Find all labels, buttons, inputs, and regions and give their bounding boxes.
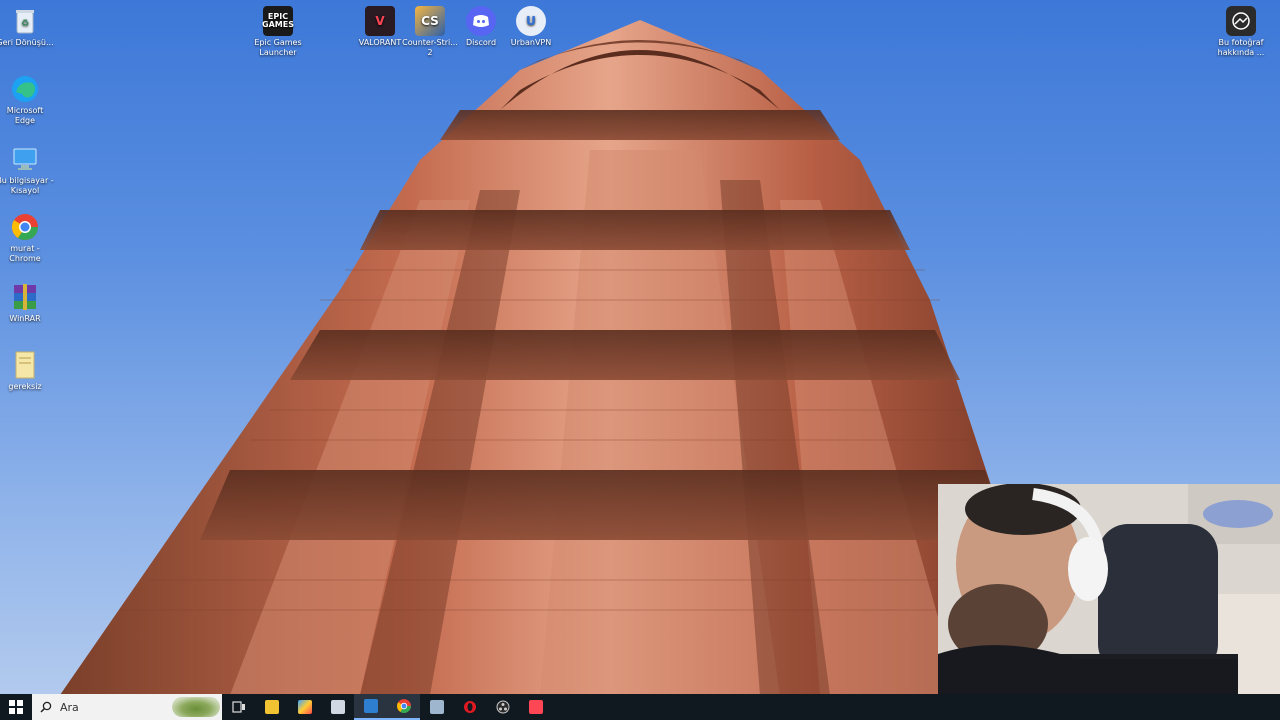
search-placeholder: Ara	[60, 700, 79, 714]
taskbar: Ara	[0, 694, 1280, 720]
start-button[interactable]	[0, 694, 32, 720]
taskbar-mail[interactable]	[354, 694, 387, 720]
calculator-icon	[429, 700, 444, 714]
counter-strike-icon: CS	[415, 6, 445, 36]
folder-icon	[10, 350, 40, 380]
opera-icon	[463, 701, 476, 713]
desktop-icon-recycle-bin[interactable]: ♻ Geri Dönüşü...	[0, 6, 54, 48]
taskbar-obs[interactable]	[486, 694, 519, 720]
taskbar-photos[interactable]	[288, 694, 321, 720]
desktop-icon-urbanvpn[interactable]: U UrbanVPN	[502, 6, 560, 48]
winrar-icon	[10, 282, 40, 312]
desktop-icon-edge[interactable]: Microsoft Edge	[0, 74, 54, 126]
webcam-overlay	[938, 484, 1280, 720]
urbanvpn-icon: U	[516, 6, 546, 36]
file-explorer-icon	[264, 700, 279, 714]
desktop-icon-label: murat - Chrome	[9, 244, 41, 263]
discord-icon	[466, 6, 496, 36]
task-view-icon	[231, 701, 245, 713]
taskbar-opera[interactable]	[453, 694, 486, 720]
valorant-icon: V	[365, 6, 395, 36]
webcam-feed	[938, 484, 1280, 720]
desktop-icon-about-photo[interactable]: Bu fotoğraf hakkında ...	[1212, 6, 1270, 58]
epic-games-icon: EPIC GAMES	[262, 6, 294, 36]
desktop-icon-chrome[interactable]: murat - Chrome	[0, 212, 54, 264]
photos-icon	[297, 700, 312, 714]
taskbar-chrome[interactable]	[387, 694, 420, 720]
taskbar-store[interactable]	[321, 694, 354, 720]
desktop-icon-winrar[interactable]: WinRAR	[0, 282, 54, 324]
desktop-icon-label: gereksiz	[8, 382, 42, 391]
taskbar-task-view[interactable]	[222, 694, 255, 720]
search-icon	[40, 701, 52, 713]
valorant-icon	[528, 700, 543, 714]
about-photo-icon	[1226, 6, 1256, 36]
taskbar-calculator[interactable]	[420, 694, 453, 720]
chrome-icon	[396, 699, 411, 713]
svg-text:♻: ♻	[21, 19, 29, 29]
desktop-icon-label: UrbanVPN	[510, 38, 552, 47]
desktop-icon-epic-games[interactable]: EPIC GAMES Epic Games Launcher	[249, 6, 307, 58]
desktop-icon-label: Bu fotoğraf hakkında ...	[1217, 38, 1265, 57]
desktop-icon-label: Counter-Stri... 2	[402, 38, 458, 57]
desktop-icon-this-pc[interactable]: Bu bilgisayar - Kısayol	[0, 144, 54, 196]
edge-icon	[10, 74, 40, 104]
taskbar-valorant[interactable]	[519, 694, 552, 720]
desktop-icon-label: Epic Games Launcher	[254, 38, 302, 57]
obs-icon	[496, 700, 509, 714]
desktop-icon-label: WinRAR	[9, 314, 41, 323]
chrome-icon	[10, 212, 40, 242]
desktop-icon-gereksiz[interactable]: gereksiz	[0, 350, 54, 392]
desktop-icon-label: Microsoft Edge	[6, 106, 44, 125]
mail-icon	[363, 699, 378, 713]
store-icon	[330, 700, 345, 714]
desktop-icon-label: Geri Dönüşü...	[0, 38, 54, 47]
taskbar-file-explorer[interactable]	[255, 694, 288, 720]
computer-icon	[10, 144, 40, 174]
desktop-icon-label: Bu bilgisayar - Kısayol	[0, 176, 54, 195]
windows-icon	[9, 700, 23, 714]
taskbar-search-box[interactable]: Ara	[32, 694, 222, 720]
desktop-icon-counter-strike[interactable]: CS Counter-Stri... 2	[401, 6, 459, 58]
search-highlight-image	[172, 697, 220, 717]
recycle-bin-icon: ♻	[10, 6, 40, 36]
